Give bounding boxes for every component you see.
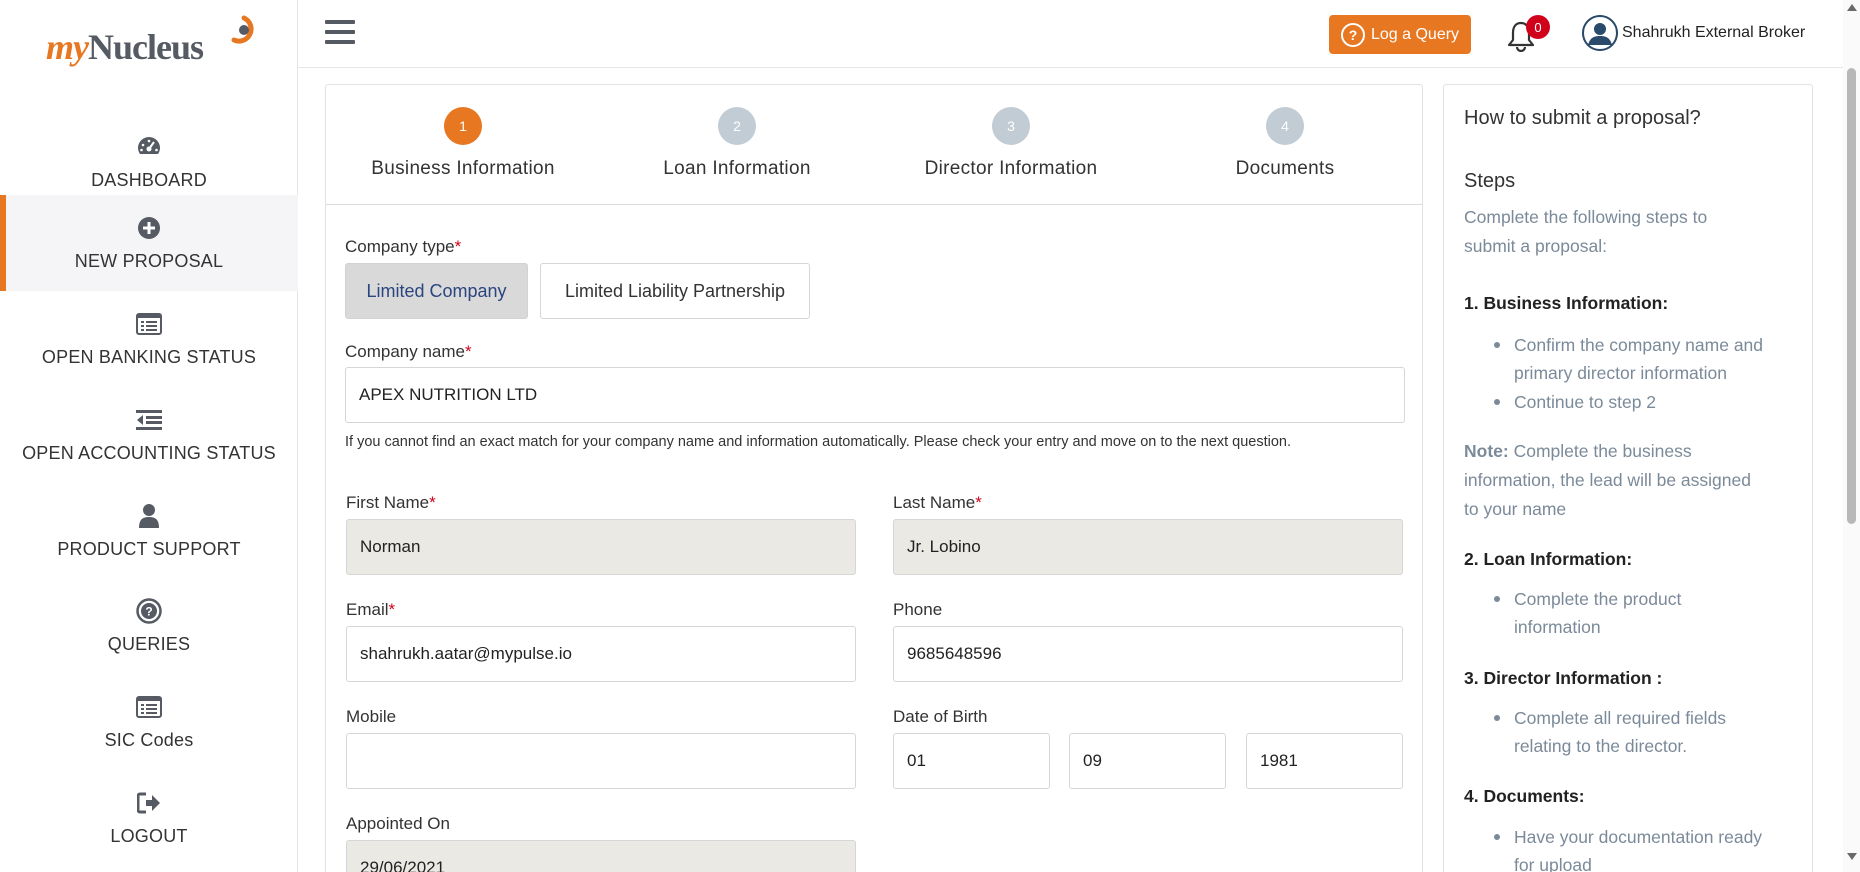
- step-documents[interactable]: 4 Documents: [1148, 85, 1422, 205]
- phone-label: Phone: [893, 600, 943, 619]
- help-step1-item: Continue to step 2: [1493, 388, 1656, 416]
- sidebar-item-queries[interactable]: ? QUERIES: [0, 578, 298, 674]
- help-step4-heading: 4. Documents:: [1464, 786, 1585, 806]
- sidebar-item-label: PRODUCT SUPPORT: [57, 539, 241, 559]
- email-label: Email*: [346, 600, 396, 619]
- step-number: 1: [444, 107, 482, 145]
- user-icon: [0, 503, 298, 529]
- scrollbar-thumb[interactable]: [1847, 68, 1856, 524]
- svg-text:?: ?: [145, 605, 152, 619]
- logo-swirl-icon: [231, 15, 254, 44]
- help-step2-heading: 2. Loan Information:: [1464, 549, 1633, 569]
- step-number: 3: [992, 107, 1030, 145]
- question-bubble-icon: ?: [1341, 22, 1365, 47]
- company-type-label: Company type*: [345, 237, 462, 256]
- log-a-query-label: Log a Query: [1371, 25, 1460, 43]
- sidebar-item-open-banking-status[interactable]: OPEN BANKING STATUS: [0, 291, 298, 387]
- step-number: 2: [718, 107, 756, 145]
- last-name-input[interactable]: Jr. Lobino: [893, 519, 1403, 575]
- first-name-input[interactable]: Norman: [346, 519, 856, 575]
- help-step3-heading: 3. Director Information :: [1464, 668, 1663, 688]
- help-title: How to submit a proposal?: [1464, 107, 1701, 129]
- help-step1-heading: 1. Business Information:: [1464, 293, 1669, 313]
- sidebar-item-label: OPEN BANKING STATUS: [41, 347, 257, 367]
- step-director-information[interactable]: 3 Director Information: [874, 85, 1148, 205]
- question-circle-icon: ?: [0, 598, 298, 624]
- list-alt-icon: [0, 694, 298, 720]
- help-step4-item: Have your documentation ready for upload: [1493, 823, 1762, 872]
- help-intro-line: submit a proposal:: [1464, 236, 1607, 256]
- help-intro-line: Complete the following steps to: [1464, 207, 1708, 227]
- step-label: Documents: [1235, 158, 1335, 179]
- sign-out-icon: [0, 790, 298, 816]
- sidebar-item-label: QUERIES: [107, 634, 191, 654]
- proposal-form-card: 1 Business Information 2 Loan Informatio…: [325, 84, 1423, 872]
- dob-year-input[interactable]: 1981: [1246, 733, 1403, 789]
- mobile-field[interactable]: [346, 733, 856, 789]
- plus-circle-icon: [0, 215, 298, 241]
- sidebar-item-logout[interactable]: LOGOUT: [0, 770, 298, 866]
- sidebar-item-sic-codes[interactable]: SIC Codes: [0, 674, 298, 770]
- email-field[interactable]: shahrukh.aatar@mypulse.io: [346, 626, 856, 682]
- company-name-input[interactable]: APEX NUTRITION LTD: [345, 367, 1405, 423]
- mobile-label: Mobile: [346, 707, 397, 726]
- logo-my: my: [46, 27, 89, 67]
- page-scrollbar[interactable]: [1843, 0, 1860, 872]
- company-name-label: Company name*: [345, 342, 472, 361]
- sidebar-item-label: LOGOUT: [110, 826, 188, 846]
- logo-nucleus: Nucleus: [87, 27, 204, 67]
- help-step1-item: Confirm the company name and primary dire…: [1493, 331, 1763, 387]
- mynucleus-logo[interactable]: myNucleus: [46, 12, 266, 72]
- logo-text: myNucleus: [46, 26, 204, 68]
- dob-label: Date of Birth: [893, 707, 988, 726]
- scroll-up-arrow-icon[interactable]: [1847, 4, 1857, 11]
- log-a-query-button[interactable]: ? Log a Query: [1329, 15, 1471, 54]
- appointed-on-label: Appointed On: [346, 814, 450, 833]
- help-panel: How to submit a proposal? Steps Complete…: [1443, 84, 1813, 872]
- user-name[interactable]: Shahrukh External Broker: [1622, 24, 1805, 42]
- topbar: ? Log a Query 0 Shahrukh External Broker: [298, 0, 1843, 68]
- help-step2-item: Complete the product information: [1493, 585, 1681, 641]
- last-name-label: Last Name*: [893, 493, 982, 512]
- help-note: Note: Complete the business information, …: [1464, 441, 1751, 519]
- appointed-on-input[interactable]: 29/06/2021: [346, 840, 856, 872]
- sidebar-item-product-support[interactable]: PRODUCT SUPPORT: [0, 483, 298, 579]
- sidebar-item-label: NEW PROPOSAL: [74, 251, 224, 271]
- step-number: 4: [1266, 107, 1304, 145]
- step-business-information[interactable]: 1 Business Information: [326, 85, 600, 205]
- step-label: Business Information: [371, 158, 555, 179]
- first-name-label: First Name*: [346, 493, 436, 512]
- sidebar-item-label: SIC Codes: [104, 730, 194, 750]
- avatar[interactable]: [1582, 15, 1618, 51]
- notification-count-badge: 0: [1526, 15, 1550, 39]
- company-type-llp[interactable]: Limited Liability Partnership: [540, 263, 810, 319]
- list-alt-icon: [0, 311, 298, 337]
- step-label: Director Information: [924, 158, 1098, 179]
- sidebar-item-open-accounting-status[interactable]: OPEN ACCOUNTING STATUS: [0, 387, 298, 483]
- scroll-down-arrow-icon[interactable]: [1847, 853, 1857, 860]
- outdent-icon: [0, 407, 298, 433]
- dashboard-gauge-icon: [0, 134, 298, 160]
- dob-month-input[interactable]: 09: [1069, 733, 1226, 789]
- step-loan-information[interactable]: 2 Loan Information: [600, 85, 874, 205]
- phone-field[interactable]: 9685648596: [893, 626, 1403, 682]
- company-type-limited-company[interactable]: Limited Company: [345, 263, 528, 319]
- dob-day-input[interactable]: 01: [893, 733, 1050, 789]
- stepper: 1 Business Information 2 Loan Informatio…: [326, 85, 1422, 205]
- help-step3-item: Complete all required fields relating to …: [1493, 704, 1726, 760]
- step-label: Loan Information: [663, 158, 811, 179]
- menu-toggle-icon[interactable]: [325, 20, 355, 46]
- sidebar-item-label: OPEN ACCOUNTING STATUS: [22, 443, 276, 463]
- help-steps-heading: Steps: [1464, 170, 1516, 192]
- sidebar: myNucleus DASHBOARD NEW PROPOSAL OPEN BA…: [0, 0, 298, 872]
- sidebar-item-new-proposal[interactable]: NEW PROPOSAL: [0, 195, 298, 291]
- sidebar-item-label: DASHBOARD: [91, 170, 207, 190]
- company-name-hint: If you cannot find an exact match for yo…: [345, 434, 1291, 450]
